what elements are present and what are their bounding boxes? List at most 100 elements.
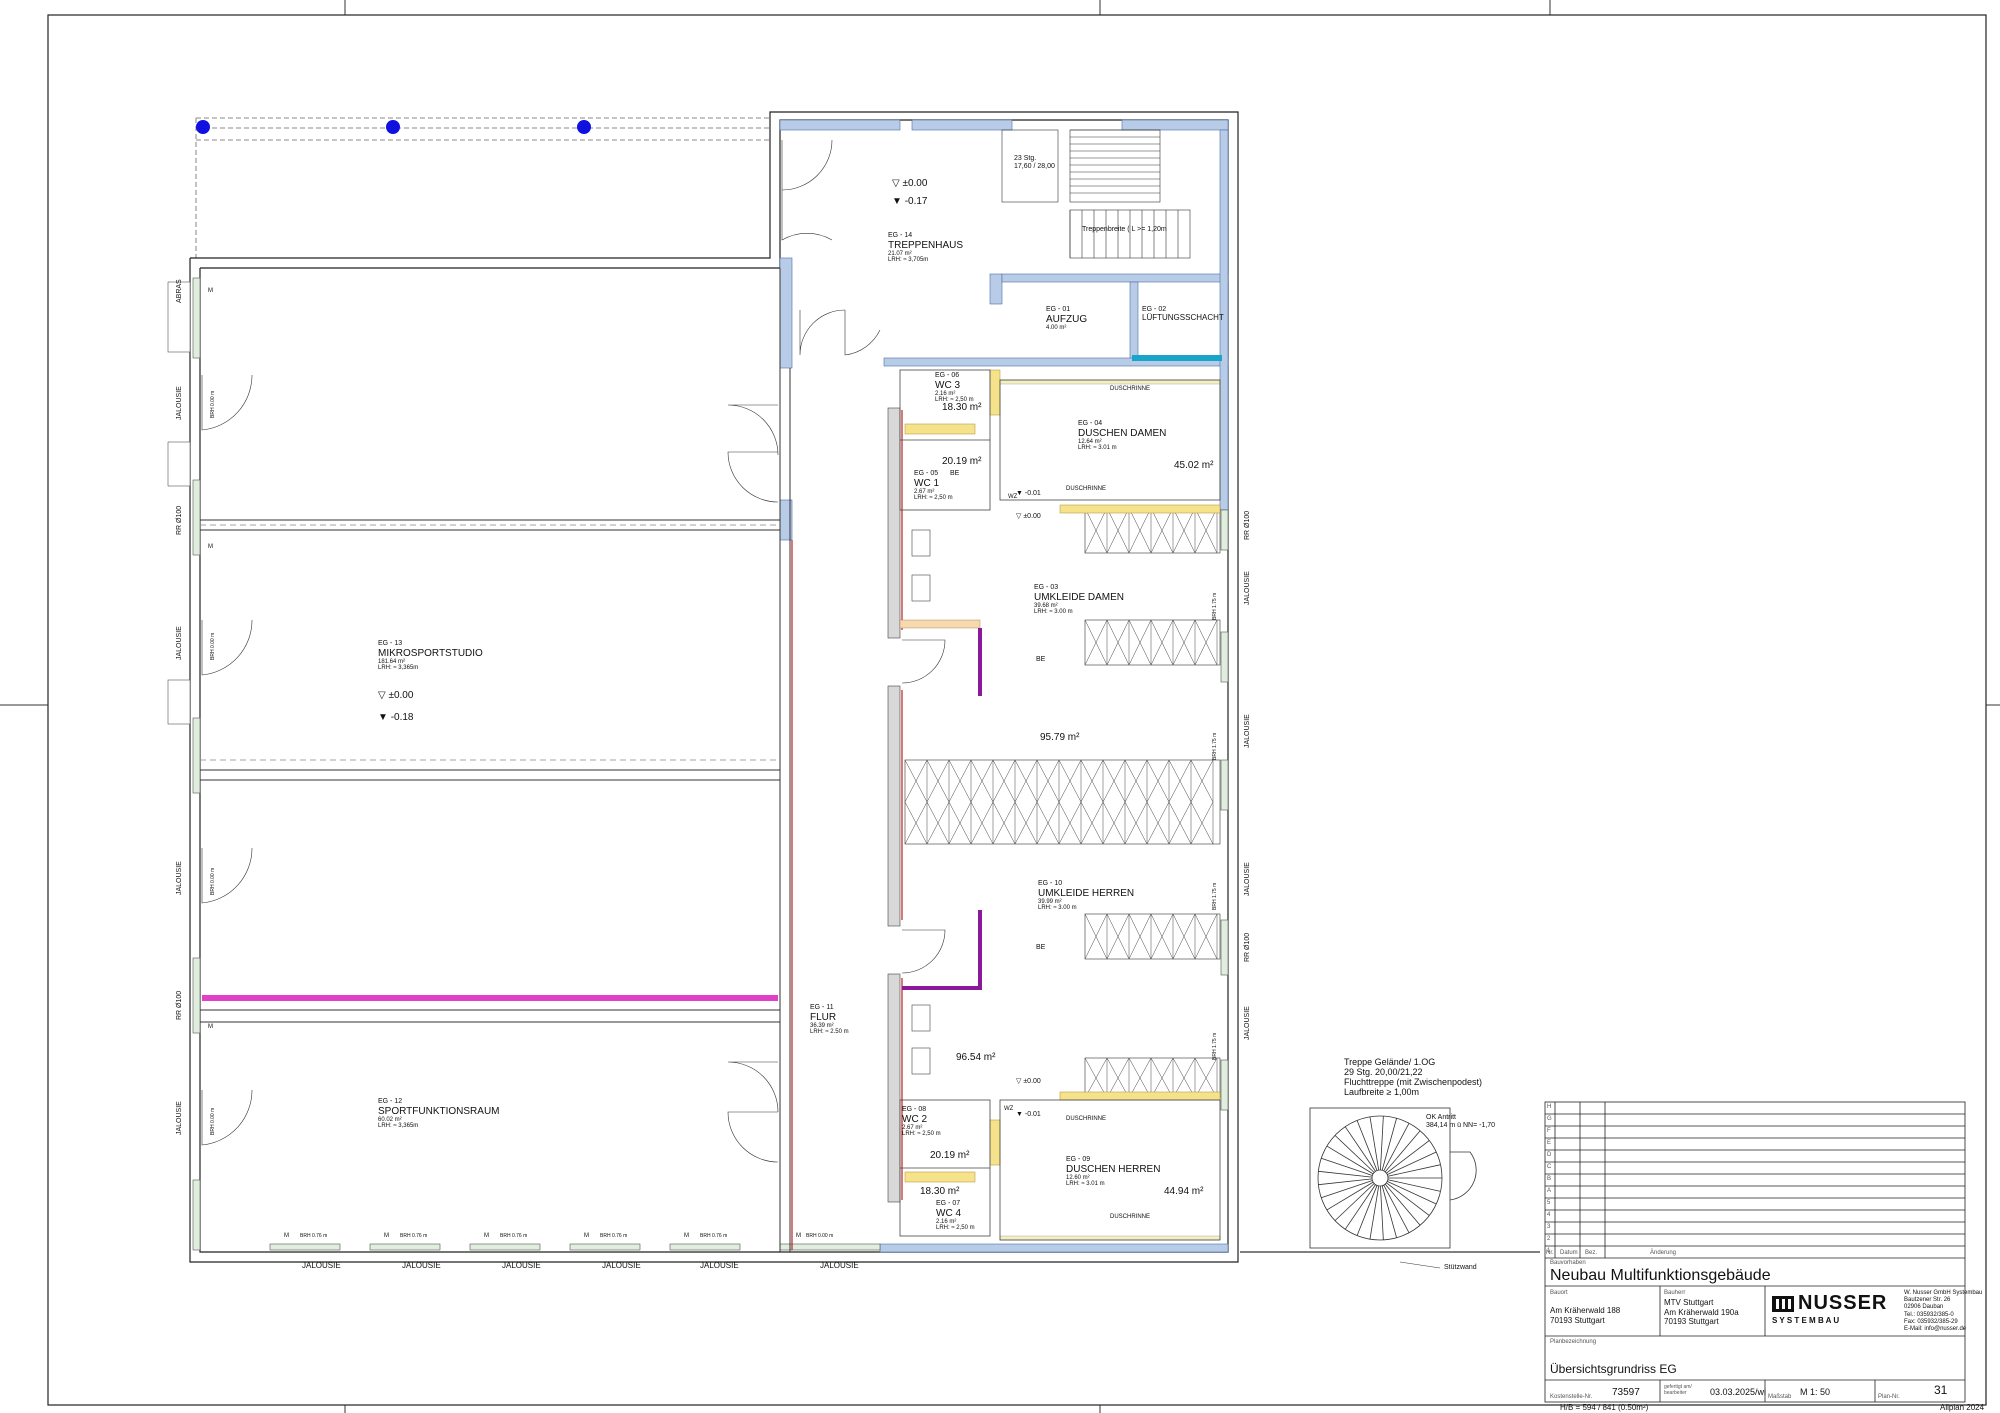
room-area: 36.39 m²: [810, 1022, 834, 1029]
col-aenderung: Änderung: [1650, 1250, 1677, 1256]
room-code: EG - 09: [1066, 1156, 1091, 1163]
room-name: WC 3: [935, 379, 960, 391]
room-area: 181.64 m²: [378, 658, 406, 665]
bauort-label: Bauort: [1550, 1290, 1568, 1296]
room-code: EG - 08: [902, 1106, 927, 1113]
room-name: WC 1: [914, 477, 939, 489]
room-code: EG - 07: [936, 1200, 961, 1207]
room-code: EG - 12: [378, 1098, 403, 1105]
be-label: BE: [950, 470, 960, 477]
spiral-step: [1369, 1116, 1380, 1171]
room-eg13: EG - 13 MIKROSPORTSTUDIO 181.64 m² LRH: …: [378, 640, 483, 672]
room-code: EG - 06: [935, 372, 960, 379]
room-area: 4.00 m²: [1046, 324, 1067, 331]
spiral-step: [1383, 1123, 1410, 1172]
revision-row-letter: 3: [1547, 1224, 1551, 1230]
spiral-stair-note: Treppe Gelände/ 1.OG 29 Stg. 20,00/21,22…: [1344, 1057, 1482, 1098]
brh-label: BRH 0.76 m: [600, 1233, 628, 1239]
column-marker-2: [386, 120, 400, 134]
room-eg12: EG - 12 SPORTFUNKTIONSRAUM 60.02 m² LRH:…: [378, 1098, 500, 1130]
spiral-step: [1381, 1118, 1397, 1171]
spiral-step: [1380, 1116, 1384, 1171]
red-lines: [791, 410, 903, 1250]
revision-row-letter: 4: [1547, 1212, 1551, 1218]
room-name: SPORTFUNKTIONSRAUM: [378, 1105, 500, 1117]
spiral-ok-label: OK Antritt: [1426, 1114, 1456, 1121]
room-eg04: EG - 04 DUSCHEN DAMEN 12.64 m² LRH: ≈ 3.…: [1078, 420, 1166, 452]
room-code: EG - 03: [1034, 584, 1059, 591]
revision-row-letter: G: [1547, 1116, 1552, 1122]
stair-ratio: 17,60 / 28,00: [1014, 162, 1055, 170]
room-name: WC 4: [936, 1207, 961, 1219]
massstab-label: Maßstab: [1768, 1394, 1792, 1400]
room-name: WC 2: [902, 1113, 927, 1125]
wz-label: WZ: [1004, 1106, 1014, 1112]
room-name: MIKROSPORTSTUDIO: [378, 647, 483, 659]
jalousie-label: JALOUSIE: [700, 1261, 739, 1270]
level-marker: ▽ ±0.00: [1016, 513, 1041, 520]
room-area: 2.67 m²: [902, 1124, 923, 1131]
spiral-step: [1326, 1145, 1374, 1175]
brh-label: BRH 1.75 m: [1212, 732, 1218, 760]
room-name: FLUR: [810, 1011, 837, 1023]
gefertigt: 03.03.2025/wi: [1710, 1387, 1767, 1397]
bauherr-line: Am Kräherwald 190a: [1664, 1307, 1739, 1317]
room-name: AUFZUG: [1046, 313, 1088, 325]
brh-label: BRH 1.75 m: [1212, 1032, 1218, 1060]
revision-row-letter: B: [1547, 1176, 1552, 1182]
room-eg10: EG - 10 UMKLEIDE HERREN 39.99 m² LRH: ≈ …: [1038, 880, 1134, 912]
area-value: 20.19 m²: [930, 1150, 970, 1161]
rr-label: RR Ø100: [176, 505, 183, 535]
room-lrh: LRH: ≈ 2,50 m: [914, 495, 953, 502]
spiral-step: [1326, 1181, 1374, 1211]
jalousie-label: JALOUSIE: [402, 1261, 441, 1270]
room-lrh: LRH: ≈ 3,705m: [888, 257, 929, 264]
company-logo: NUSSER: [1798, 1292, 1888, 1314]
motor-label: M: [208, 1024, 213, 1030]
level-value: ±0.00: [388, 690, 414, 701]
area-value: 20.19 m²: [942, 456, 982, 467]
room-eg07: EG - 07 WC 4 2.16 m² LRH: ≈ 2,50 m: [936, 1200, 975, 1232]
spiral-step: [1318, 1170, 1373, 1178]
level-value: -0.01: [1024, 490, 1041, 497]
duschrinne-label: DUSCHRINNE: [1110, 1214, 1151, 1220]
motor-label: M: [796, 1233, 801, 1239]
ventilation-cyan: [1132, 355, 1222, 361]
bauherr-line: MTV Stuttgart: [1664, 1298, 1714, 1307]
stair-label: 23 Stg. 17,60 / 28,00: [1014, 155, 1055, 170]
level-value: ±0.00: [1023, 513, 1041, 520]
level-value: ±0.00: [902, 178, 928, 189]
project-title: Neubau Multifunktionsgebäude: [1550, 1267, 1771, 1284]
brh-label: BRH 0.00 m: [210, 1107, 216, 1135]
room-lrh: LRH: ≈ 3.01 m: [1066, 1181, 1105, 1188]
jalousie-label: JALOUSIE: [176, 386, 183, 420]
spiral-step: [1383, 1184, 1410, 1233]
spiral-step: [1318, 1178, 1373, 1186]
level-marker: ▽ ±0.00: [892, 178, 928, 189]
be-label: BE: [1036, 656, 1046, 663]
company-line: Bautzener Str. 26: [1904, 1297, 1951, 1304]
room-lrh: LRH: ≈ 3.00 m: [1038, 905, 1077, 912]
retaining-wall-leader: [1399, 1261, 1441, 1269]
room-lrh: LRH: ≈ 3.00 m: [1034, 609, 1073, 616]
brh-label: BRH 0.00 m: [806, 1233, 834, 1239]
left-windows: [192, 277, 201, 1251]
brh-label: BRH 0.00 m: [210, 632, 216, 660]
bauort: Am Kräherwald 188 70193 Stuttgart: [1550, 1306, 1620, 1325]
duschrinne-label: DUSCHRINNE: [1066, 1116, 1107, 1122]
kostenstelle-label: Kostenstelle-Nr.: [1550, 1394, 1593, 1400]
revision-row-letter: C: [1547, 1164, 1552, 1170]
plan-nr: 31: [1934, 1383, 1948, 1397]
wz-label: WZ: [1008, 494, 1018, 500]
software: Allplan 2024: [1940, 1403, 1985, 1412]
room-name: LÜFTUNGSSCHACHT: [1142, 312, 1224, 322]
room-eg05: EG - 05 WC 1 2.67 m² LRH: ≈ 2,50 m: [914, 470, 953, 502]
area-value: 95.79 m²: [1040, 732, 1080, 743]
bauvorhaben-label: Bauvorhaben: [1550, 1260, 1586, 1266]
abras-label: ABRAS: [176, 279, 183, 303]
retaining-wall-label: Stützwand: [1444, 1264, 1477, 1271]
brh-label: BRH 1.75 m: [1212, 882, 1218, 910]
spiral-step: [1369, 1185, 1380, 1240]
col-datum: Datum: [1560, 1250, 1578, 1256]
magenta-divider: [202, 995, 778, 1001]
